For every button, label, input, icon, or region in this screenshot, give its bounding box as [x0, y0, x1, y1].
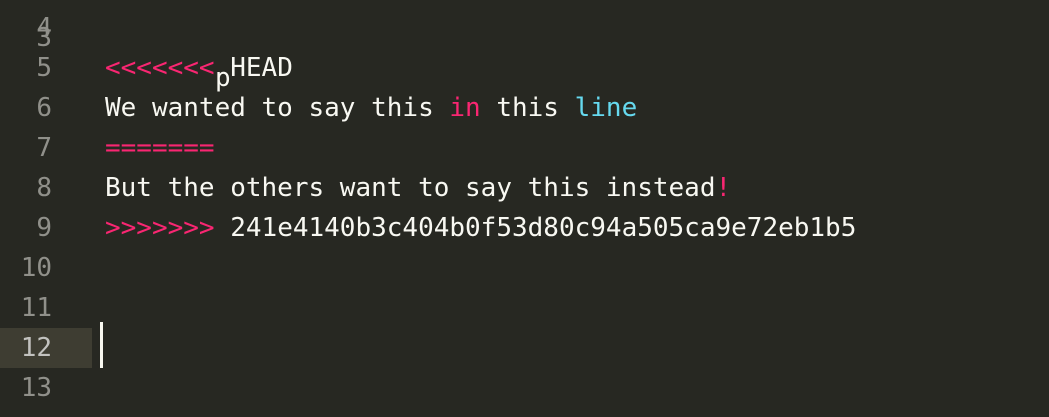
code-segment: =======	[105, 133, 215, 163]
code-segment: <<<<<<<	[105, 53, 215, 83]
code-segment: !	[715, 173, 732, 203]
line-number: 7	[36, 133, 52, 163]
line-content: >>>>>>> 241e4140b3c404b0f53d80c94a505ca9…	[105, 208, 856, 248]
line-number: 4	[36, 13, 52, 43]
editor-line[interactable]: 5 <<<<<<< HEAD	[0, 48, 1049, 88]
editor-line[interactable]: 11	[0, 288, 1049, 328]
code-segment: 241e4140b3c404b0f53d80c94a505ca9e72eb1b5	[214, 213, 857, 243]
editor-line[interactable]: 4	[0, 8, 1049, 48]
editor-line[interactable]: 6 We wanted to say this in this line	[0, 88, 1049, 128]
line-number: 9	[36, 213, 52, 243]
code-segment: in	[449, 93, 481, 123]
line-content: =======	[105, 128, 215, 168]
line-content: But the others want to say this instead!	[105, 168, 731, 208]
editor-line[interactable]: 9 >>>>>>> 241e4140b3c404b0f53d80c94a505ca…	[0, 208, 1049, 248]
code-editor[interactable]: 3 p 4 5 <<<<<<< HEAD 6 We wanted to say this…	[0, 0, 1049, 417]
line-number: 13	[20, 373, 52, 403]
code-segment: >>>>>>>	[105, 213, 215, 243]
code-segment: line	[574, 93, 638, 123]
editor-line[interactable]: 8 But the others want to say this instead…	[0, 168, 1049, 208]
code-segment: this	[480, 93, 575, 123]
line-number: 10	[20, 253, 52, 283]
line-number: 12	[20, 333, 52, 363]
code-segment: We wanted to say this	[105, 93, 450, 123]
line-number: 5	[36, 53, 52, 83]
code-segment: But the others want to say this instead	[105, 173, 716, 203]
line-number: 6	[36, 93, 52, 123]
code-segment: HEAD	[214, 53, 293, 83]
text-cursor	[100, 322, 103, 368]
editor-line[interactable]: 10	[0, 248, 1049, 288]
line-content: We wanted to say this in this line	[105, 88, 637, 128]
line-number: 11	[20, 293, 52, 323]
editor-line[interactable]: 7 =======	[0, 128, 1049, 168]
editor-line[interactable]: 13	[0, 368, 1049, 408]
line-number: 8	[36, 173, 52, 203]
editor-line-current[interactable]: 12	[0, 322, 1049, 368]
line-content: <<<<<<< HEAD	[105, 48, 293, 88]
